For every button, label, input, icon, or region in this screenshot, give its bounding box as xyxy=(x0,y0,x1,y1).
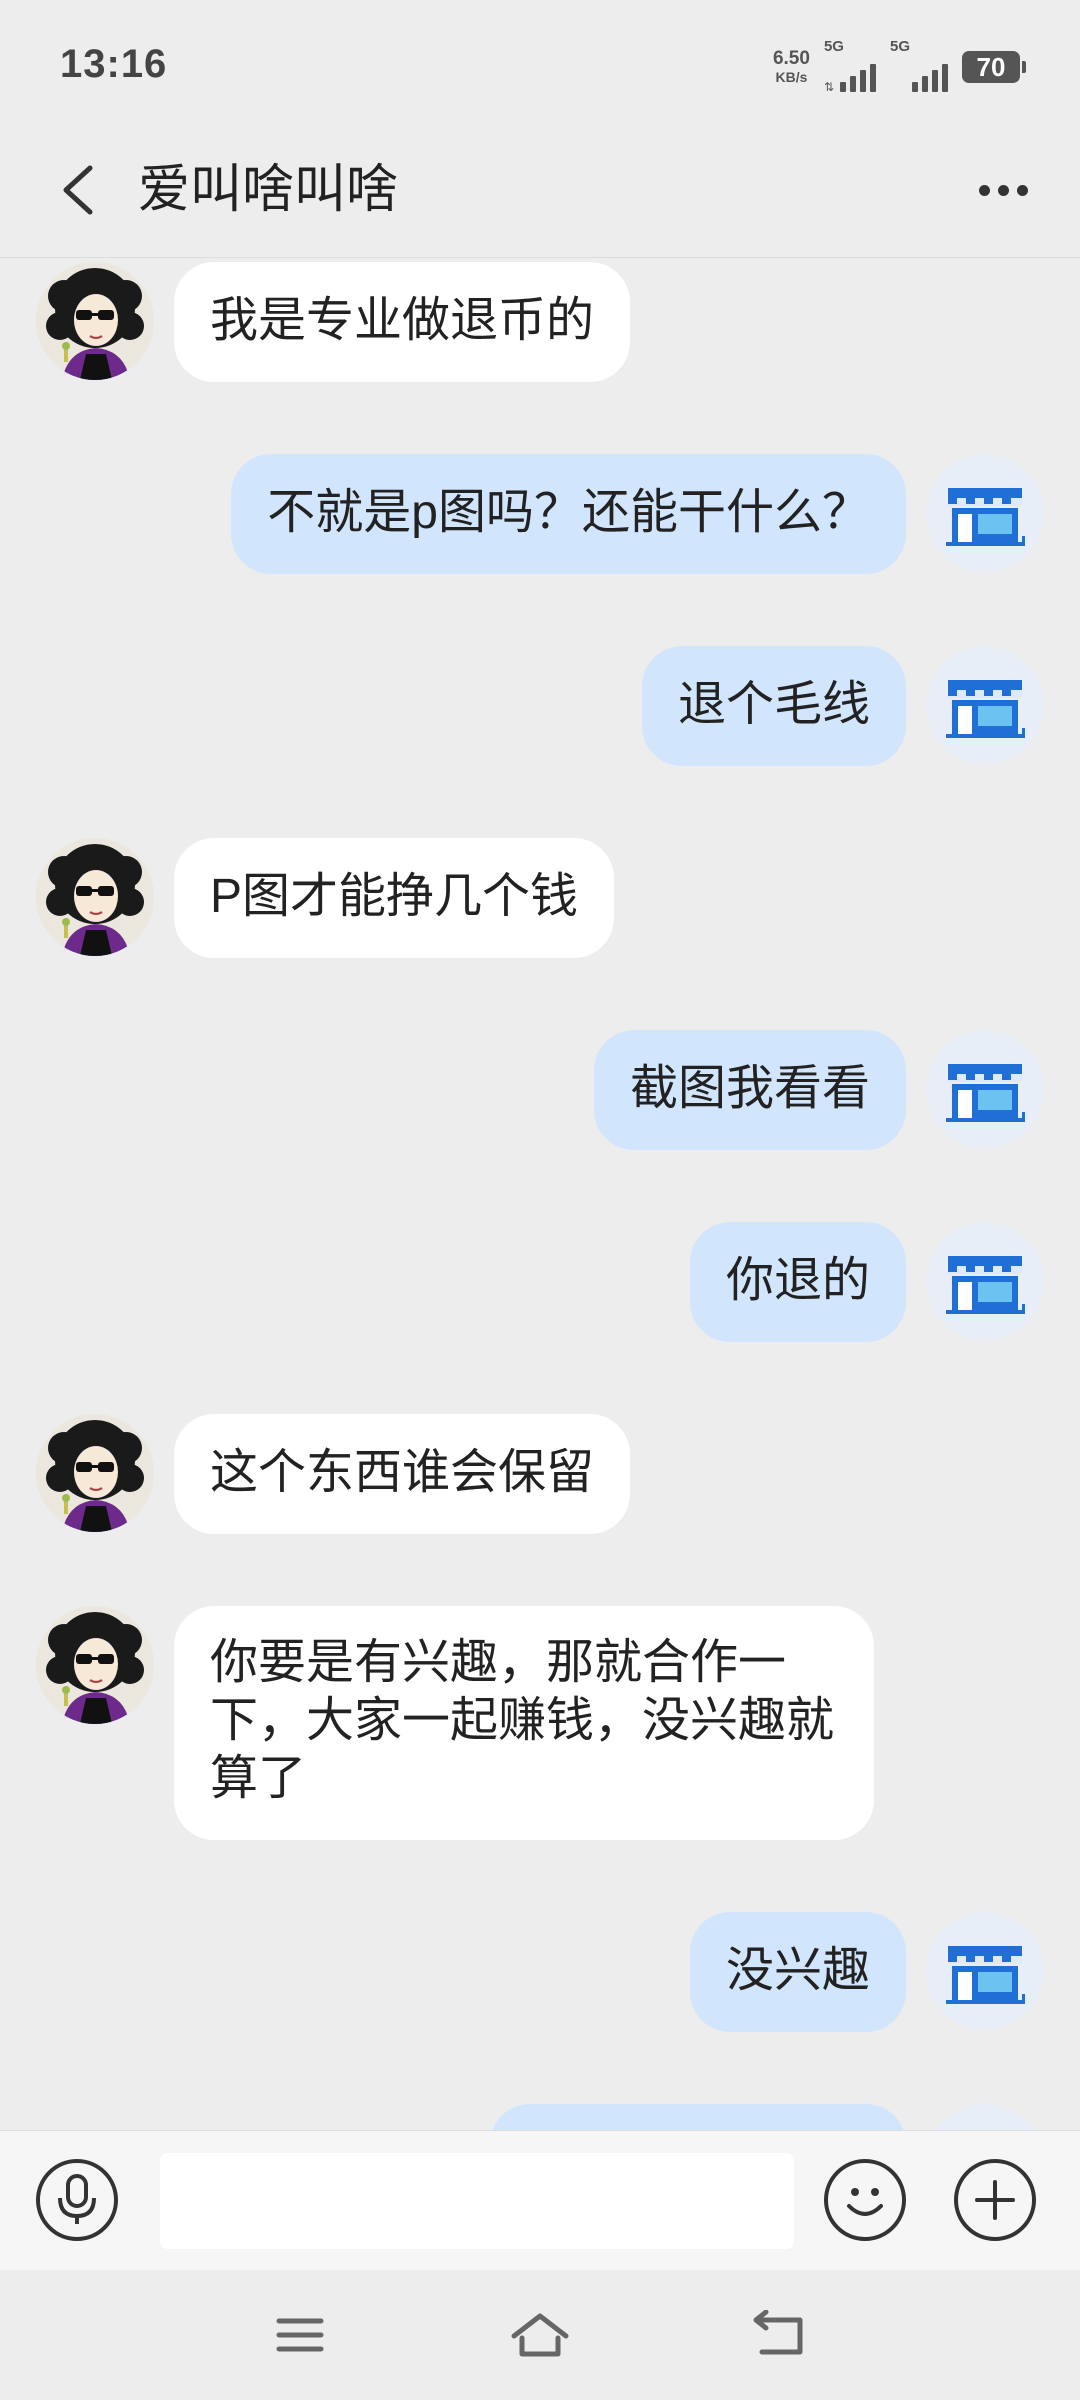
contact-avatar[interactable] xyxy=(36,1414,154,1532)
self-avatar[interactable] xyxy=(926,1222,1044,1340)
contact-avatar[interactable] xyxy=(36,1606,154,1724)
contact-avatar[interactable] xyxy=(36,838,154,956)
battery-icon: 70 xyxy=(962,51,1026,83)
network-speed-value: 6.50 xyxy=(772,48,810,69)
self-avatar[interactable] xyxy=(926,646,1044,764)
battery-level: 70 xyxy=(976,51,1006,82)
sim2-signal-icon: 5G xyxy=(890,38,948,92)
nav-menu-button[interactable] xyxy=(265,2300,335,2370)
data-arrows-icon: ⇅ xyxy=(823,80,834,94)
back-button[interactable] xyxy=(52,160,112,220)
self-avatar[interactable] xyxy=(926,2104,1044,2130)
emoji-button[interactable] xyxy=(824,2159,906,2241)
self-avatar[interactable] xyxy=(926,454,1044,572)
message-bubble-received[interactable]: P图才能挣几个钱 xyxy=(174,838,615,958)
message-bubble-received[interactable]: 这个东西谁会保留 xyxy=(174,1414,631,1534)
smiley-icon xyxy=(847,2188,883,2216)
system-nav-bar xyxy=(0,2270,1080,2400)
network-speed: 6.50 KB/s xyxy=(772,48,810,86)
message-bubble-sent[interactable]: 没兴趣 xyxy=(689,1912,906,2032)
chevron-left-icon xyxy=(63,165,93,215)
status-time: 13:16 xyxy=(60,42,168,86)
self-avatar[interactable] xyxy=(926,1030,1044,1148)
network-speed-unit: KB/s xyxy=(775,69,808,85)
back-icon xyxy=(753,2310,803,2355)
self-avatar[interactable] xyxy=(926,1912,1044,2030)
message-bubble-sent[interactable] xyxy=(490,2104,906,2130)
message-input[interactable] xyxy=(160,2153,794,2249)
contact-avatar[interactable] xyxy=(36,262,154,380)
more-button[interactable] xyxy=(966,164,1040,216)
message-bubble-sent[interactable]: 你退的 xyxy=(689,1222,906,1342)
sim2-label: 5G xyxy=(890,38,911,55)
chat-header: 爱叫啥叫啥 xyxy=(0,130,1080,258)
voice-button[interactable] xyxy=(36,2159,118,2241)
message-bubble-sent[interactable]: 截图我看看 xyxy=(593,1030,906,1150)
nav-home-button[interactable] xyxy=(505,2300,575,2370)
menu-icon xyxy=(276,2318,324,2352)
sim1-signal-icon: 5G ⇅ xyxy=(823,38,876,94)
message-input-bar xyxy=(0,2130,1080,2270)
message-bubble-sent[interactable]: 不就是p图吗？还能干什么？ xyxy=(231,454,906,574)
home-icon xyxy=(511,2313,569,2357)
chat-title: 爱叫啥叫啥 xyxy=(138,161,399,219)
microphone-icon xyxy=(58,2174,96,2224)
status-indicators: 6.50 KB/s 5G ⇅ 5G 70 xyxy=(772,38,1026,94)
nav-back-button[interactable] xyxy=(745,2300,815,2370)
message-bubble-received[interactable]: 你要是有兴趣，那就合作一下，大家一起赚钱，没兴趣就算了 xyxy=(174,1606,874,1840)
message-bubble-sent[interactable]: 退个毛线 xyxy=(641,646,906,766)
status-bar: 13:16 6.50 KB/s 5G ⇅ 5G 70 xyxy=(0,0,1080,130)
message-bubble-received[interactable]: 我是专业做退币的 xyxy=(174,262,631,382)
plus-icon xyxy=(975,2180,1015,2220)
sim1-label: 5G xyxy=(823,38,844,55)
plus-button[interactable] xyxy=(954,2159,1036,2241)
more-dots-icon xyxy=(978,184,990,196)
chat-message-list[interactable]: 我是专业做退币的 不就是p图吗？还能干什么？ 退个毛线 P图才能挣几个钱 截图我… xyxy=(0,258,1080,2130)
